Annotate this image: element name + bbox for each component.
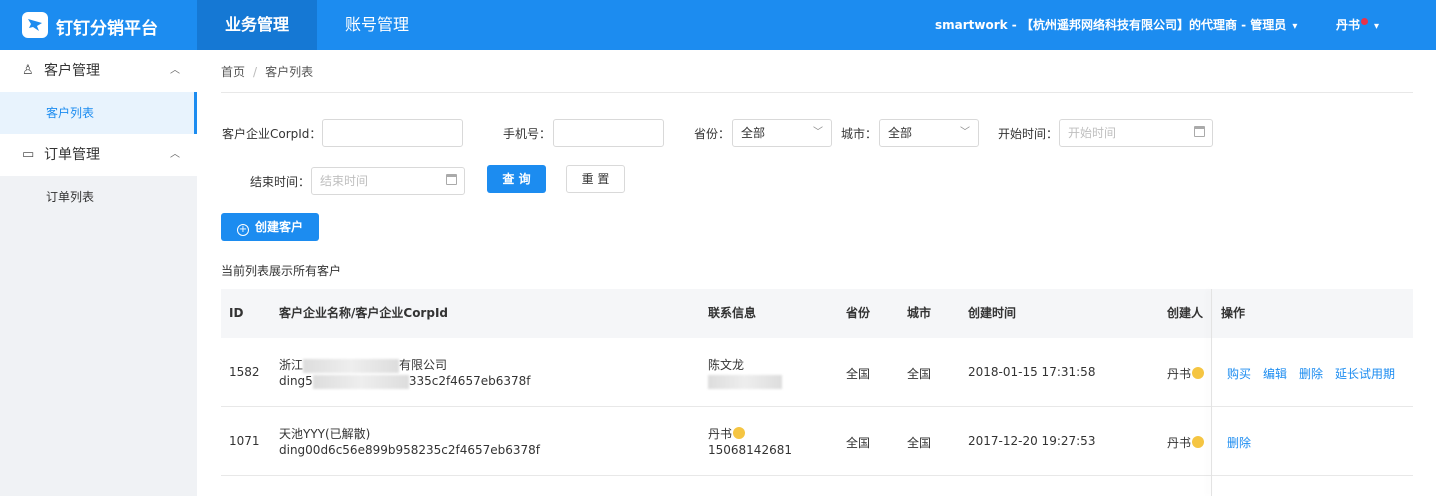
row-created-time: 2018-01-15 17:31:58 xyxy=(968,365,1096,379)
row-contact-name: 陈文龙 xyxy=(708,358,745,372)
table-header: ID 客户企业名称/客户企业CorpId 联系信息 省份 城市 创建时间 创建人… xyxy=(221,289,1413,338)
province-label: 省份： xyxy=(694,127,731,141)
redacted-text xyxy=(303,358,400,373)
emoji-icon xyxy=(1192,436,1205,448)
row-province: 全国 xyxy=(846,436,871,450)
tab-account-management[interactable]: 账号管理 xyxy=(317,0,437,50)
end-time-input[interactable] xyxy=(311,167,465,195)
breadcrumb-home[interactable]: 首页 xyxy=(221,65,245,79)
sidebar-group-label: 订单管理 xyxy=(44,147,100,163)
divider xyxy=(221,92,1413,93)
row-city: 全国 xyxy=(907,367,932,381)
tenant-label: smartwork - 【杭州遥邦网络科技有限公司】的代理商 - 管理员 xyxy=(935,18,1287,32)
emoji-icon xyxy=(1192,367,1205,379)
delete-link[interactable]: 删除 xyxy=(1299,367,1323,381)
row-contact-phone xyxy=(708,374,782,389)
chevron-down-icon: ▾ xyxy=(1374,21,1380,32)
chevron-up-icon: ︿ xyxy=(170,65,180,76)
extend-trial-link[interactable]: 延长试用期 xyxy=(1335,367,1395,381)
sidebar: ♙ 客户管理 ︿ 客户列表 ▭ 订单管理 ︿ 订单列表 xyxy=(0,50,197,496)
sidebar-group-label: 客户管理 xyxy=(44,63,100,79)
tab-business-management[interactable]: 业务管理 xyxy=(197,0,317,50)
start-time-picker[interactable] xyxy=(1059,119,1213,147)
chevron-down-icon: ﹀ xyxy=(960,127,970,138)
sidebar-group-customers[interactable]: ♙ 客户管理 ︿ xyxy=(0,50,197,92)
fixed-column-divider xyxy=(1211,289,1212,496)
create-customer-button[interactable]: + 创建客户 xyxy=(221,213,319,241)
column-header-city: 城市 xyxy=(907,306,932,320)
emoji-icon xyxy=(733,427,746,439)
city-select-value: 全部 xyxy=(888,126,913,140)
query-button[interactable]: 查 询 xyxy=(487,165,546,193)
calendar-icon xyxy=(446,174,457,185)
row-id: 1071 xyxy=(229,434,260,448)
breadcrumb-current: 客户列表 xyxy=(265,65,314,79)
column-header-created-time: 创建时间 xyxy=(968,306,1017,320)
sidebar-group-orders[interactable]: ▭ 订单管理 ︿ xyxy=(0,134,197,176)
column-header-actions: 操作 xyxy=(1221,306,1246,320)
app-logo-icon[interactable] xyxy=(22,12,48,38)
table-row: 1071 天池YYY(已解散) ding00d6c56e899b958235c2… xyxy=(221,407,1413,476)
table-row: 1582 浙江 有限公司 ding5 335c2f4657eb6378f 陈文龙 全… xyxy=(221,338,1413,407)
phone-input[interactable] xyxy=(553,119,664,147)
corpid-label: 客户企业CorpId： xyxy=(222,127,322,141)
row-customer-name: 天池YYY(已解散) xyxy=(279,427,371,441)
redacted-text xyxy=(312,374,409,389)
column-header-id: ID xyxy=(229,306,244,320)
city-select[interactable]: 全部 ﹀ xyxy=(879,119,979,147)
start-time-input[interactable] xyxy=(1059,119,1213,147)
row-actions: 删除 xyxy=(1227,434,1263,451)
column-header-province: 省份 xyxy=(846,306,871,320)
phone-label: 手机号： xyxy=(503,127,552,141)
plus-circle-icon: + xyxy=(236,224,249,236)
redacted-text xyxy=(708,374,782,389)
create-customer-label: 创建客户 xyxy=(254,220,303,234)
row-actions: 购买 编辑 删除 延长试用期 xyxy=(1227,365,1407,382)
row-corpid: ding5 335c2f4657eb6378f xyxy=(279,374,531,389)
user-menu[interactable]: 丹书 ▾ xyxy=(1336,16,1379,33)
city-label: 城市： xyxy=(841,127,878,141)
app-title: 钉钉分销平台 xyxy=(56,19,158,39)
sidebar-item-customer-list[interactable]: 客户列表 xyxy=(0,92,197,134)
sidebar-item-order-list[interactable]: 订单列表 xyxy=(0,176,197,218)
start-time-label: 开始时间： xyxy=(998,127,1059,141)
province-select[interactable]: 全部 ﹀ xyxy=(732,119,832,147)
column-header-name: 客户企业名称/客户企业CorpId xyxy=(279,306,448,320)
chevron-up-icon: ︿ xyxy=(170,149,180,160)
row-corpid: ding00d6c56e899b958235c2f4657eb6378f xyxy=(279,443,541,457)
notification-dot-icon xyxy=(1361,18,1369,25)
row-id: 1582 xyxy=(229,365,260,379)
edit-link[interactable]: 编辑 xyxy=(1263,367,1287,381)
chevron-down-icon: ▾ xyxy=(1292,21,1298,32)
user-name: 丹书 xyxy=(1336,18,1361,32)
column-header-creator: 创建人 xyxy=(1167,306,1204,320)
row-customer-name: 浙江 有限公司 xyxy=(279,358,448,373)
row-creator: 丹书 xyxy=(1167,434,1205,451)
row-contact-phone: 15068142681 xyxy=(708,443,792,457)
end-time-label: 结束时间： xyxy=(250,175,311,189)
column-header-contact: 联系信息 xyxy=(708,306,757,320)
top-bar: 钉钉分销平台 业务管理 账号管理 smartwork - 【杭州遥邦网络科技有限… xyxy=(0,0,1436,50)
user-icon: ♙ xyxy=(22,63,34,78)
row-city: 全国 xyxy=(907,436,932,450)
calendar-icon xyxy=(1194,126,1205,137)
breadcrumb-separator: / xyxy=(253,65,258,79)
tenant-switcher[interactable]: smartwork - 【杭州遥邦网络科技有限公司】的代理商 - 管理员 ▾ xyxy=(935,16,1297,33)
row-contact-name: 丹书 xyxy=(708,425,746,442)
province-select-value: 全部 xyxy=(741,126,766,140)
monitor-icon: ▭ xyxy=(22,147,35,162)
end-time-picker[interactable] xyxy=(311,167,465,195)
list-caption: 当前列表展示所有客户 xyxy=(221,264,342,278)
row-province: 全国 xyxy=(846,367,871,381)
corpid-input[interactable] xyxy=(322,119,463,147)
row-creator: 丹书 xyxy=(1167,365,1205,382)
buy-link[interactable]: 购买 xyxy=(1227,367,1251,381)
delete-link[interactable]: 删除 xyxy=(1227,436,1251,450)
reset-button[interactable]: 重 置 xyxy=(566,165,625,193)
row-created-time: 2017-12-20 19:27:53 xyxy=(968,434,1096,448)
breadcrumb: 首页 / 客户列表 xyxy=(221,63,313,80)
chevron-down-icon: ﹀ xyxy=(813,127,823,138)
main-content: 首页 / 客户列表 客户企业CorpId： 手机号： 省份： 全部 ﹀ 城市： 全部… xyxy=(197,50,1436,496)
